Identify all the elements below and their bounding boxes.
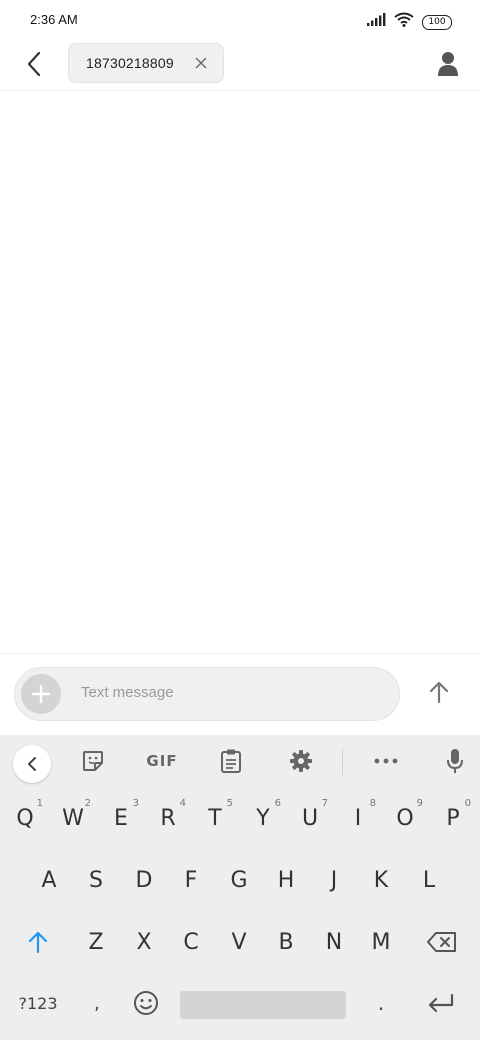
key-c[interactable]: C: [171, 916, 211, 968]
key-q[interactable]: Q1: [5, 792, 45, 844]
gif-label: GIF: [146, 752, 178, 770]
key-hint: 6: [274, 798, 281, 809]
emoji-icon: [134, 991, 158, 1015]
period-key[interactable]: .: [364, 981, 398, 1025]
toolbar-separator: [342, 749, 343, 775]
key-hint: 8: [369, 798, 376, 809]
key-n[interactable]: N: [314, 916, 354, 968]
key-label: T: [208, 805, 222, 831]
settings-button[interactable]: [283, 745, 319, 777]
status-bar: 2:36 AM 100: [0, 0, 480, 40]
keyboard: G I F Q 1 W 2 E 3 R 4 T 5 Y 6 U 7 I 8 O 9 …: [0, 735, 480, 1040]
key-y[interactable]: Y6: [243, 792, 283, 844]
recipient-chip[interactable]: 18730218809: [68, 43, 224, 83]
key-i[interactable]: I8: [338, 792, 378, 844]
battery-icon: 100: [422, 14, 452, 30]
key-hint: 1: [36, 798, 43, 809]
key-label: W: [62, 805, 84, 831]
status-time: 2:36 AM: [30, 12, 78, 27]
voice-input-button[interactable]: [437, 745, 473, 777]
key-z[interactable]: Z: [76, 916, 116, 968]
chevron-left-icon: [28, 757, 36, 771]
key-h[interactable]: H: [266, 854, 306, 906]
key-e[interactable]: E3: [101, 792, 141, 844]
key-hint: 9: [416, 798, 423, 809]
key-b[interactable]: B: [266, 916, 306, 968]
enter-icon: [428, 994, 454, 1012]
key-x[interactable]: X: [124, 916, 164, 968]
key-t[interactable]: T5: [195, 792, 235, 844]
clipboard-icon: [221, 749, 241, 773]
wifi-icon: [394, 12, 414, 32]
key-label: I: [354, 805, 362, 831]
key-label: R: [160, 805, 176, 831]
key-l[interactable]: L: [409, 854, 449, 906]
key-a[interactable]: A: [29, 854, 69, 906]
backspace-key[interactable]: [418, 916, 466, 968]
back-arrow-icon: [27, 51, 41, 77]
key-hint: 2: [84, 798, 91, 809]
key-v[interactable]: V: [219, 916, 259, 968]
key-r[interactable]: R4: [148, 792, 188, 844]
space-key[interactable]: [180, 991, 346, 1019]
more-dots-icon: [374, 758, 398, 764]
conversation-header: 18730218809: [0, 40, 480, 91]
more-options-button[interactable]: [368, 745, 404, 777]
comma-key[interactable]: ,: [80, 981, 114, 1025]
shift-key[interactable]: [14, 916, 62, 968]
key-p[interactable]: P0: [433, 792, 473, 844]
key-hint: 0: [464, 798, 471, 809]
symbols-key[interactable]: ?123: [10, 981, 66, 1025]
key-label: P: [446, 805, 460, 831]
message-list: [0, 91, 480, 653]
status-icons: 100: [366, 12, 452, 32]
key-g[interactable]: G: [219, 854, 259, 906]
recipient-number: 18730218809: [86, 55, 174, 71]
shift-arrow-icon: [28, 931, 48, 953]
gif-button[interactable]: GIF: [140, 745, 184, 777]
clipboard-button[interactable]: [213, 745, 249, 777]
microphone-icon: [447, 749, 463, 773]
compose-field[interactable]: Text message: [14, 667, 400, 721]
key-hint: 7: [321, 798, 328, 809]
key-f[interactable]: F: [171, 854, 211, 906]
key-m[interactable]: M: [361, 916, 401, 968]
backspace-icon: [427, 932, 456, 952]
arrow-up-icon: [429, 681, 449, 703]
key-label: E: [114, 805, 128, 831]
send-button[interactable]: [423, 676, 455, 708]
compose-divider: [0, 653, 480, 654]
key-label: U: [301, 805, 319, 831]
person-icon: [438, 52, 458, 76]
back-button[interactable]: [18, 48, 50, 80]
key-label: Y: [256, 805, 270, 831]
message-input[interactable]: Text message: [81, 684, 174, 701]
key-s[interactable]: S: [76, 854, 116, 906]
key-o[interactable]: O9: [385, 792, 425, 844]
enter-key[interactable]: [418, 981, 464, 1025]
key-label: O: [396, 805, 414, 831]
key-hint: 3: [132, 798, 139, 809]
add-attachment-button[interactable]: [21, 674, 61, 714]
gear-icon: [290, 750, 312, 772]
toolbar-collapse-button[interactable]: [13, 745, 51, 783]
close-icon: [195, 57, 207, 69]
keyboard-toolbar: GIF: [0, 735, 480, 787]
key-label: Q: [16, 805, 34, 831]
key-w[interactable]: W2: [53, 792, 93, 844]
key-j[interactable]: J: [314, 854, 354, 906]
sticker-icon: [83, 751, 103, 771]
signal-icon: [366, 12, 386, 32]
key-d[interactable]: D: [124, 854, 164, 906]
key-k[interactable]: K: [361, 854, 401, 906]
plus-icon: [31, 684, 51, 704]
key-hint: 4: [179, 798, 186, 809]
remove-recipient-button[interactable]: [193, 55, 209, 71]
contact-button[interactable]: [432, 48, 464, 80]
emoji-key[interactable]: [126, 981, 166, 1025]
key-hint: 5: [226, 798, 233, 809]
sticker-button[interactable]: [75, 745, 111, 777]
key-u[interactable]: U7: [290, 792, 330, 844]
